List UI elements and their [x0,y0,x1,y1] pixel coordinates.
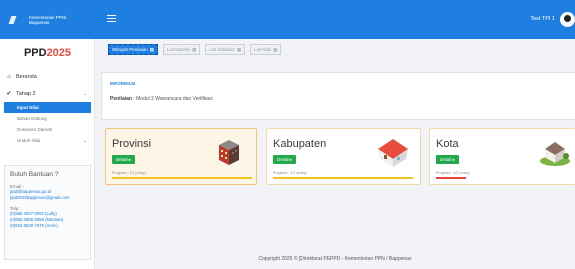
sidebar-item-tahap2[interactable]: ✔ Tahap 2 ⌄ [0,85,95,102]
info-title: INFORMASI [110,81,136,86]
detail-button[interactable]: Detail ▸ [436,155,460,164]
help-email[interactable]: ppd2025bappenas@gmail.com [10,195,85,201]
grid-icon: ▦ [236,46,242,52]
progress-bar [273,177,413,179]
check-circle-icon: ✔ [6,91,12,97]
bappenas-logo-icon [10,13,24,27]
progress-text: Progress : 1/1 (entry) [112,171,146,175]
city-house-icon [540,142,570,166]
card-title: Kabupaten [273,138,327,150]
sidebar-nav: ⌂ Beranda ✔ Tahap 2 ⌄ Input Nilai Bahan … [0,68,95,146]
progress-text: Progress : 0/1 (entry) [436,171,470,175]
info-panel: INFORMASI Penilaian : Modul 2 Wawancara … [101,72,575,120]
progress-text: Progress : 1/1 (entry) [273,171,307,175]
progress-bar [436,177,466,179]
sidebar-subitem-bahan-dukung[interactable]: Bahan Dukung [0,113,95,124]
help-phone[interactable]: (0)815 5929 7678 (Arvin) [10,223,85,229]
sidebar: PPD2025 ⌂ Beranda ✔ Tahap 2 ⌄ Input Nila… [0,39,95,269]
chevron-down-icon: ⌄ [82,90,87,97]
chevron-right-icon: ▸ [289,156,293,162]
card-title: Kota [436,138,459,150]
app-title: PPD2025 [23,47,72,59]
grid-icon: ▦ [273,46,278,52]
sidebar-item-beranda[interactable]: ⌂ Beranda [0,68,95,85]
detail-button[interactable]: Detail ▸ [112,155,136,164]
brand-logo[interactable]: Kementerian PPN/ Bappenas [0,0,95,39]
progress-bar [112,177,252,179]
tab-list-daerah[interactable]: List Daerah ▦ [163,44,201,55]
user-name[interactable]: Test TPI 1 [530,16,555,22]
grid-icon: ▦ [149,46,155,52]
sidebar-item-label: Tahap 2 [16,90,36,97]
help-title: Butuh Bantuan ? [10,171,59,178]
tab-bar: Wilayah Penilaian ▦ List Daerah ▦ List Ind… [108,44,286,56]
sidebar-subitem-input-nilai[interactable]: Input Nilai [4,102,91,113]
brand-line1: Kementerian PPN/ [29,14,67,20]
tab-wilayah-penilaian[interactable]: Wilayah Penilaian ▦ [108,44,159,55]
house-icon [378,139,408,167]
tab-list-indikator[interactable]: List Indikator ▦ [205,44,246,55]
grid-icon: ▦ [192,46,197,52]
info-text: Penilaian : Modul 2 Wawancara dan Verifi… [110,96,213,102]
brand-line2: Bappenas [29,19,50,25]
top-navbar: Kementerian PPN/ Bappenas Test TPI 1 [0,0,575,39]
tab-list-nilai[interactable]: List Nilai ▦ [250,44,282,55]
sidebar-subitem-dokumen-daerah[interactable]: Dokumen Daerah [0,124,95,135]
chevron-right-icon: ▸ [452,156,456,162]
building-icon [219,140,239,165]
card-provinsi: Provinsi Detail ▸ Progress : 1/1 (entry) [105,128,257,185]
home-icon: ⌂ [7,73,11,80]
chevron-right-icon: ▸ [128,156,132,162]
help-box: Butuh Bantuan ? Email : ppd@bappenas.go.… [4,165,91,260]
card-kota: Kota Detail ▸ Progress : 0/1 (entry) [429,128,575,185]
sidebar-subitem-unduh-nilai[interactable]: Unduh Nilai ⌄ [0,135,95,146]
card-kabupaten: Kabupaten Detail ▸ Progress : 1/1 (entry… [266,128,421,185]
card-title: Provinsi [112,138,152,150]
sidebar-item-label: Beranda [16,73,37,80]
menu-toggle-icon[interactable] [107,15,116,23]
footer-copyright: Copyright 2025 © [Direktorat PEPPD - Kem… [258,256,412,262]
chevron-down-icon: ⌄ [82,137,87,144]
avatar[interactable] [560,12,575,27]
detail-button[interactable]: Detail ▸ [273,155,297,164]
